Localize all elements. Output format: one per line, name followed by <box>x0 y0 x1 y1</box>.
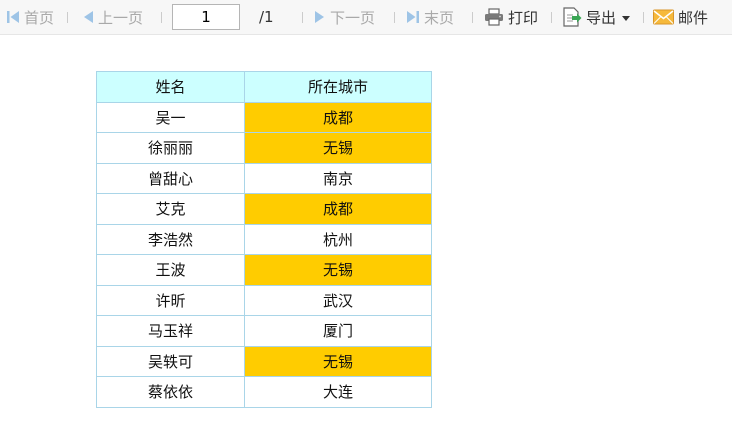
report-toolbar: 首页 上一页 /1 下一页 末页 打印 <box>0 0 732 35</box>
toolbar-separator <box>472 12 473 23</box>
prev-page-button[interactable]: 上一页 <box>82 0 143 34</box>
cell-city: 厦门 <box>244 315 432 347</box>
table-header-row: 姓名 所在城市 <box>96 71 432 103</box>
cell-name: 吴轶可 <box>96 345 245 377</box>
report-table: 姓名 所在城市 吴一 成都 徐丽丽 无锡 曾甜心 南京 艾克 成都 李浩然 杭州 王波 无锡 许昕 武汉马… <box>96 71 432 408</box>
cell-city: 无锡 <box>244 254 432 286</box>
table-row: 王波 无锡 <box>96 254 432 286</box>
cell-city: 无锡 <box>244 345 432 377</box>
table-row: 艾克 成都 <box>96 193 432 225</box>
toolbar-separator <box>67 12 68 23</box>
cell-city: 成都 <box>244 193 432 225</box>
toolbar-separator <box>551 12 552 23</box>
export-label: 导出 <box>586 8 617 27</box>
cell-name: 马玉祥 <box>96 315 245 347</box>
next-page-label: 下一页 <box>330 8 376 27</box>
toolbar-separator <box>394 12 395 23</box>
page-number-input[interactable] <box>172 4 240 30</box>
table-row: 曾甜心 南京 <box>96 162 432 194</box>
toolbar-separator <box>643 12 644 23</box>
cell-name: 吴一 <box>96 101 245 133</box>
column-header-name: 姓名 <box>96 71 245 103</box>
cell-city: 成都 <box>244 101 432 133</box>
mail-button[interactable]: 邮件 <box>653 0 708 34</box>
first-page-icon <box>7 11 19 23</box>
table-row: 徐丽丽 无锡 <box>96 132 432 164</box>
prev-page-label: 上一页 <box>98 8 144 27</box>
cell-city: 无锡 <box>244 132 432 164</box>
column-header-city: 所在城市 <box>244 71 432 103</box>
first-page-label: 首页 <box>24 8 55 27</box>
cell-city: 武汉 <box>244 284 432 316</box>
next-page-icon <box>315 11 324 23</box>
cell-name: 许昕 <box>96 284 245 316</box>
table-body: 吴一 成都 徐丽丽 无锡 曾甜心 南京 艾克 成都 李浩然 杭州 王波 无锡 许昕 武汉 马玉祥 厦门 吴轶可无… <box>96 101 432 408</box>
last-page-icon <box>407 11 419 23</box>
table-row: 马玉祥 厦门 <box>96 315 432 347</box>
export-icon <box>563 7 582 27</box>
printer-icon <box>485 8 503 26</box>
prev-page-icon <box>84 11 93 23</box>
cell-city: 杭州 <box>244 223 432 255</box>
toolbar-separator <box>161 12 162 23</box>
chevron-down-icon <box>622 15 631 21</box>
table-row: 吴轶可 无锡 <box>96 345 432 377</box>
last-page-label: 末页 <box>424 8 455 27</box>
mail-envelope-icon <box>653 9 674 25</box>
cell-name: 艾克 <box>96 193 245 225</box>
cell-name: 李浩然 <box>96 223 245 255</box>
toolbar-separator <box>302 12 303 23</box>
last-page-button[interactable]: 末页 <box>406 0 454 34</box>
table-row: 蔡依依 大连 <box>96 376 432 408</box>
cell-city: 南京 <box>244 162 432 194</box>
table-row: 李浩然 杭州 <box>96 223 432 255</box>
export-button[interactable]: 导出 <box>562 0 631 34</box>
first-page-button[interactable]: 首页 <box>6 0 54 34</box>
mail-label: 邮件 <box>678 8 709 27</box>
print-label: 打印 <box>508 8 539 27</box>
cell-name: 蔡依依 <box>96 376 245 408</box>
cell-name: 曾甜心 <box>96 162 245 194</box>
next-page-button[interactable]: 下一页 <box>314 0 375 34</box>
cell-name: 王波 <box>96 254 245 286</box>
print-button[interactable]: 打印 <box>484 0 538 34</box>
cell-name: 徐丽丽 <box>96 132 245 164</box>
table-row: 吴一 成都 <box>96 101 432 133</box>
cell-city: 大连 <box>244 376 432 408</box>
table-row: 许昕 武汉 <box>96 284 432 316</box>
page-total: /1 <box>259 8 274 26</box>
